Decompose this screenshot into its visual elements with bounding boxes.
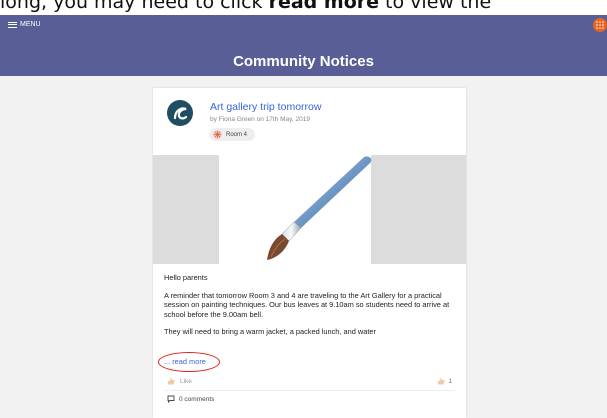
room-tag[interactable]: Room 4 [209,128,256,141]
comments-label: 0 comments [179,395,215,403]
room-badge-icon [213,130,222,139]
post-byline: by Fiona Green on 17th May, 2019 [210,116,310,123]
post-body: Hello parents A reminder that tomorrow R… [164,273,459,345]
app-header: MENU Community Notices [0,14,607,76]
caption-text-bold: read more [268,0,380,13]
thumbs-up-count-icon [438,378,446,385]
school-logo-icon [167,100,193,126]
like-label: Like [180,377,192,385]
like-button[interactable]: Like [167,377,192,385]
post-greeting: Hello parents [164,273,208,282]
document-caption-text: long, you may need to click read more to… [0,0,607,15]
menu-button[interactable]: MENU [8,20,41,29]
post-image[interactable] [153,155,466,264]
image-padding-left [153,155,219,264]
page-title: Community Notices [233,53,374,70]
caption-text-before: long, you may need to click [0,0,269,13]
image-padding-right [371,155,466,264]
room-tag-label: Room 4 [226,131,248,138]
comment-icon [167,395,175,403]
thumbs-up-icon [168,378,175,385]
like-count-value: 1 [448,377,452,385]
user-avatar-icon[interactable] [593,18,607,32]
menu-label: MENU [20,21,41,28]
hamburger-icon [8,20,17,29]
post-paragraph-1: A reminder that tomorrow Room 3 and 4 ar… [164,290,450,319]
paintbrush-image [267,156,372,260]
read-more-link[interactable]: ... read more [164,357,206,366]
post-paragraph-2: They will need to bring a warm jacket, a… [164,327,376,337]
post-title-link[interactable]: Art gallery trip tomorrow [210,101,321,113]
card-divider [164,390,455,391]
like-count: 1 [437,377,452,385]
notice-card: Art gallery trip tomorrow by Fiona Green… [153,88,466,418]
caption-text-after: to view the [379,0,492,13]
comments-button[interactable]: 0 comments [167,395,214,403]
